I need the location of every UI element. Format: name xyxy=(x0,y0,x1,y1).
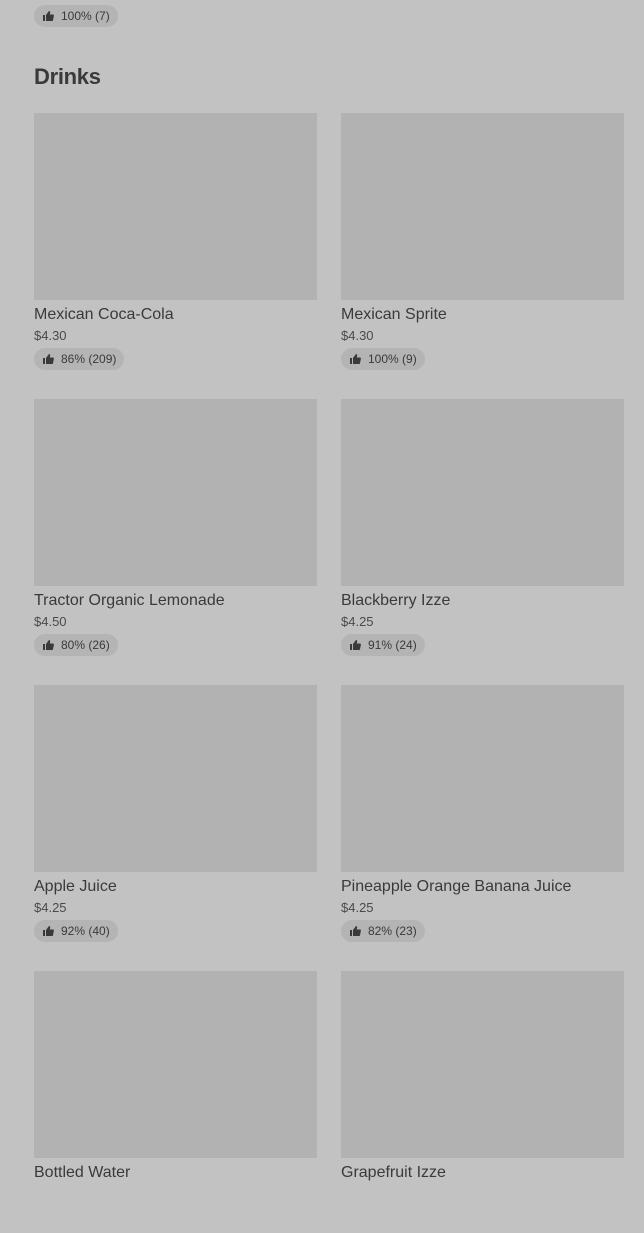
thumbs-up-icon xyxy=(349,353,361,365)
item-price: $4.25 xyxy=(341,614,374,629)
item-image xyxy=(341,113,624,300)
rating-text: 100% (9) xyxy=(368,352,417,366)
menu-item-card[interactable]: Blackberry Izze $4.25 91% (24) xyxy=(341,399,624,661)
menu-item-card[interactable]: Mexican Sprite $4.30 100% (9) xyxy=(341,113,624,375)
item-price: $4.30 xyxy=(341,328,374,343)
thumbs-up-icon xyxy=(42,925,54,937)
thumbs-up-icon xyxy=(349,639,361,651)
item-name: Tractor Organic Lemonade xyxy=(34,592,225,609)
menu-item-grid: Mexican Coca-Cola $4.30 86% (209) Mexica… xyxy=(34,113,624,1233)
item-price: $4.30 xyxy=(34,328,67,343)
rating-badge: 91% (24) xyxy=(341,634,425,656)
thumbs-up-icon xyxy=(42,353,54,365)
item-name: Mexican Sprite xyxy=(341,306,447,323)
item-name: Apple Juice xyxy=(34,878,117,895)
menu-item-card[interactable]: Tractor Organic Lemonade $4.50 80% (26) xyxy=(34,399,317,661)
item-image xyxy=(341,971,624,1158)
rating-badge: 86% (209) xyxy=(34,348,125,370)
rating-badge: 82% (23) xyxy=(341,920,425,942)
thumbs-up-icon xyxy=(349,925,361,937)
menu-item-card[interactable]: Mexican Coca-Cola $4.30 86% (209) xyxy=(34,113,317,375)
item-price: $4.25 xyxy=(34,900,67,915)
item-image xyxy=(34,685,317,872)
rating-badge: 100% (7) xyxy=(34,5,118,27)
rating-text: 91% (24) xyxy=(368,638,417,652)
rating-text: 82% (23) xyxy=(368,924,417,938)
rating-badge: 80% (26) xyxy=(34,634,118,656)
item-image xyxy=(341,685,624,872)
item-image xyxy=(34,971,317,1158)
section-title: Drinks xyxy=(34,64,101,89)
rating-text: 100% (7) xyxy=(61,9,110,23)
thumbs-up-icon xyxy=(42,10,54,22)
menu-item-card[interactable]: Pineapple Orange Banana Juice $4.25 82% … xyxy=(341,685,624,947)
item-image xyxy=(341,399,624,586)
item-image xyxy=(34,113,317,300)
item-name: Blackberry Izze xyxy=(341,592,451,609)
rating-badge: 100% (9) xyxy=(341,348,425,370)
rating-text: 92% (40) xyxy=(61,924,110,938)
item-price: $4.50 xyxy=(34,614,67,629)
item-price: $4.25 xyxy=(341,900,374,915)
item-name: Pineapple Orange Banana Juice xyxy=(341,878,572,895)
rating-text: 80% (26) xyxy=(61,638,110,652)
thumbs-up-icon xyxy=(42,639,54,651)
menu-item-card[interactable]: Bottled Water xyxy=(34,971,317,1233)
item-image xyxy=(34,399,317,586)
rating-text: 86% (209) xyxy=(61,352,117,366)
menu-item-card[interactable]: Grapefruit Izze xyxy=(341,971,624,1233)
rating-badge: 92% (40) xyxy=(34,920,118,942)
menu-item-card[interactable]: Apple Juice $4.25 92% (40) xyxy=(34,685,317,947)
item-name: Mexican Coca-Cola xyxy=(34,306,174,323)
